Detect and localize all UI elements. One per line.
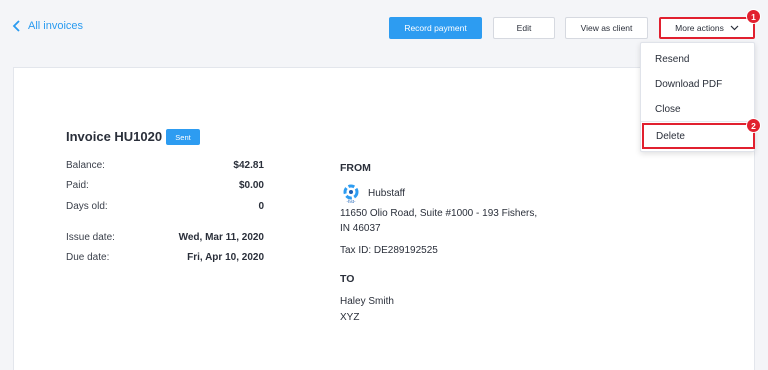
edit-button[interactable]: Edit [493, 17, 555, 39]
menu-item-download-pdf[interactable]: Download PDF [641, 72, 754, 97]
menu-item-close[interactable]: Close [641, 97, 754, 122]
days-old-value: 0 [258, 201, 264, 212]
logo-caption: -hst- [346, 199, 356, 204]
from-company: Hubstaff [368, 188, 406, 199]
chevron-down-icon [730, 25, 739, 31]
to-company: XYZ [340, 312, 360, 323]
from-address-line1: 11650 Olio Road, Suite #1000 - 193 Fishe… [340, 208, 538, 219]
to-name: Haley Smith [340, 296, 394, 307]
from-heading: FROM [340, 162, 371, 174]
hubstaff-logo: -hst- [341, 184, 361, 204]
paid-label: Paid: [66, 180, 89, 191]
issue-date-label: Issue date: [66, 232, 115, 243]
due-date-value: Fri, Apr 10, 2020 [187, 252, 264, 263]
invoice-title: Invoice HU1020 [66, 129, 163, 144]
days-old-label: Days old: [66, 201, 108, 212]
chevron-left-icon [12, 20, 20, 32]
more-actions-menu: Resend Download PDF Close Delete [640, 42, 755, 152]
annotation-badge-2: 2 [746, 118, 761, 133]
back-link[interactable]: All invoices [12, 20, 83, 32]
more-actions-button[interactable]: More actions [659, 17, 755, 39]
view-as-client-button[interactable]: View as client [565, 17, 648, 39]
paid-value: $0.00 [238, 180, 264, 191]
from-tax-id: Tax ID: DE289192525 [340, 245, 438, 256]
due-date-label: Due date: [66, 252, 110, 263]
balance-label: Balance: [66, 160, 105, 171]
to-heading: TO [340, 273, 355, 285]
more-actions-label: More actions [675, 23, 724, 33]
menu-item-delete[interactable]: Delete [642, 123, 755, 149]
status-badge: Sent [166, 129, 200, 145]
record-payment-button[interactable]: Record payment [389, 17, 482, 39]
balance-value: $42.81 [233, 160, 264, 171]
menu-item-resend[interactable]: Resend [641, 47, 754, 72]
annotation-badge-1: 1 [746, 9, 761, 24]
from-address-line2: IN 46037 [340, 223, 381, 234]
back-link-label: All invoices [28, 20, 84, 32]
menu-divider [641, 121, 754, 122]
issue-date-value: Wed, Mar 11, 2020 [178, 232, 264, 243]
